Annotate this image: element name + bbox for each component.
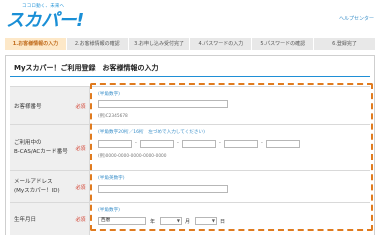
year-unit: 年 xyxy=(150,219,156,225)
birthdate-field: (半角数字) 西暦 年 ▼ 月 ▼ 日 xyxy=(96,203,366,235)
card-number-label: ご利用中の B-CAS/ACカード番号 xyxy=(10,125,72,171)
customer-number-row: お客様番号 必須 (半角数字) (例)C2345678 xyxy=(10,86,370,125)
card-number-label-line1: ご利用中の xyxy=(14,140,42,146)
year-select[interactable]: 西暦 xyxy=(98,217,146,225)
month-select[interactable]: ▼ xyxy=(160,217,182,225)
email-label: メールアドレス (Myスカパー！ID) xyxy=(10,171,72,203)
segment-separator: - xyxy=(177,140,179,146)
step-6: 6.登録完了 xyxy=(314,38,375,50)
customer-number-input[interactable] xyxy=(98,100,228,108)
step-5: 5.パスワードの確認 xyxy=(252,38,314,50)
segment-separator: - xyxy=(219,140,221,146)
card-number-example: (例)0000-0000-0000-0000-0000 xyxy=(98,154,167,159)
card-segment-5-input[interactable] xyxy=(266,140,300,148)
card-number-label-line2: B-CAS/ACカード番号 xyxy=(14,149,68,155)
form-panel: Myスカパー！ご利用登録 お客様情報の入力 お客様番号 必須 (半角数字) (例… xyxy=(5,55,375,235)
skyperfect-logo[interactable]: スカパー! xyxy=(6,6,84,32)
birthdate-label: 生年月日 xyxy=(10,203,72,235)
required-badge: 必須 xyxy=(72,125,90,171)
title-divider xyxy=(10,76,370,77)
progress-steps: 1.お客様情報の入力 2.お客様情報の確認 3.お申し込み受付完了 4.パスワー… xyxy=(5,38,375,50)
step-3: 3.お申し込み受付完了 xyxy=(128,38,190,50)
page-title: Myスカパー！ご利用登録 お客様情報の入力 xyxy=(14,64,159,72)
site-header: ココロ動く、未来へ スカパー! ヘルプセンター xyxy=(0,0,380,34)
card-segment-3-input[interactable] xyxy=(182,140,216,148)
step-4: 4.パスワードの入力 xyxy=(190,38,252,50)
required-badge: 必須 xyxy=(72,87,90,125)
customer-number-hint: (半角数字) xyxy=(98,92,120,97)
month-unit: 月 xyxy=(185,219,191,225)
chevron-down-icon: ▼ xyxy=(211,218,215,223)
day-unit: 日 xyxy=(220,219,226,225)
email-row: メールアドレス (Myスカパー！ID) 必須 (半角英数字) xyxy=(10,170,370,203)
card-number-field: (半角数字20桁／16桁 左づめで入力してください) - - - - (例)00… xyxy=(96,125,366,171)
day-select[interactable]: ▼ xyxy=(195,217,217,225)
required-badge: 必須 xyxy=(72,171,90,203)
email-hint: (半角英数字) xyxy=(98,176,125,181)
chevron-down-icon: ▼ xyxy=(176,218,180,223)
step-2: 2.お客様情報の確認 xyxy=(66,38,128,50)
email-label-line1: メールアドレス xyxy=(14,179,53,185)
email-input[interactable] xyxy=(98,185,228,193)
email-field: (半角英数字) xyxy=(96,171,366,203)
card-segment-4-input[interactable] xyxy=(224,140,258,148)
help-center-link[interactable]: ヘルプセンター xyxy=(339,15,374,22)
card-segment-2-input[interactable] xyxy=(140,140,174,148)
customer-number-example: (例)C2345678 xyxy=(98,114,128,119)
email-label-line2: (Myスカパー！ID) xyxy=(14,188,60,194)
birthdate-hint: (半角数字) xyxy=(98,208,120,213)
card-number-row: ご利用中の B-CAS/ACカード番号 必須 (半角数字20桁／16桁 左づめで… xyxy=(10,124,370,171)
segment-separator: - xyxy=(135,140,137,146)
required-badge: 必須 xyxy=(72,203,90,235)
customer-number-field: (半角数字) (例)C2345678 xyxy=(96,87,366,125)
birthdate-row: 生年月日 必須 (半角数字) 西暦 年 ▼ 月 ▼ 日 xyxy=(10,202,370,235)
card-number-hint: (半角数字20桁／16桁 左づめで入力してください) xyxy=(98,130,205,135)
card-segment-1-input[interactable] xyxy=(98,140,132,148)
step-1: 1.お客様情報の入力 xyxy=(5,38,66,50)
era-value: 西暦 xyxy=(101,218,111,223)
customer-number-label: お客様番号 xyxy=(10,87,72,125)
segment-separator: - xyxy=(261,140,263,146)
